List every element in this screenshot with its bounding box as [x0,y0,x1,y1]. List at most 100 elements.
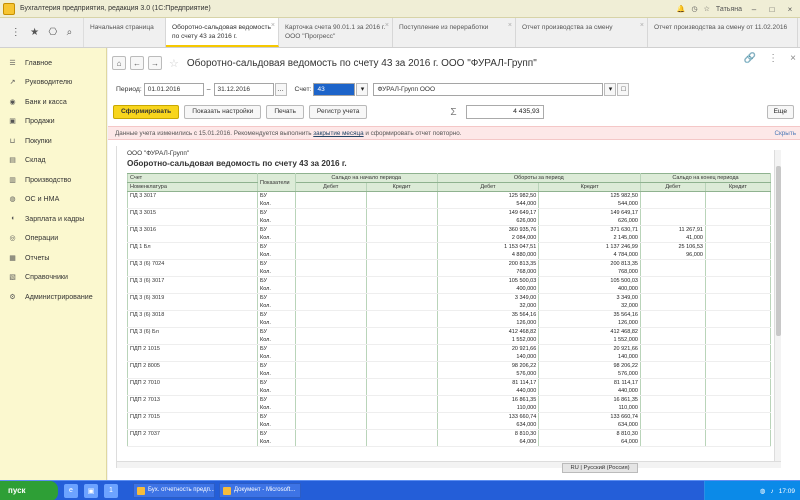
search-icon[interactable]: ⌕ [67,27,73,38]
close-tab-icon[interactable]: × [385,21,389,30]
link-icon[interactable]: 🔗 [744,53,756,64]
favorites-icon[interactable]: ☆ [704,5,710,13]
row-account-cell [127,268,258,277]
tab-card-90[interactable]: Карточка счета 90.01.1 за 2016 г. ООО "П… [279,18,393,47]
table-cell: 81 114,17 [538,378,641,387]
start-button[interactable]: пуск [0,480,58,500]
notification-icon[interactable]: 🔔 [677,5,686,13]
table-cell [294,302,367,311]
row-account-cell [127,336,258,345]
print-button[interactable]: Печать [266,105,304,119]
quick-launch-ie-icon[interactable]: e [64,483,78,498]
close-tab-icon[interactable]: × [640,21,644,30]
table-row: ПДП 2 7037 БУ 8 810,30 8 810,30 [127,429,772,438]
column-header-closing-debit: Дебет [639,182,706,192]
show-settings-button[interactable]: Показать настройки [184,105,262,119]
generate-button[interactable]: Сформировать [113,105,180,119]
table-cell [639,302,706,311]
hide-notice-link[interactable]: Скрыть [775,127,797,139]
page-title: Оборотно-сальдовая ведомость по счету 43… [186,57,537,69]
table-cell [294,225,367,234]
sidebar-item-purchases[interactable]: ⊔ Покупки [0,131,106,151]
close-tab-icon[interactable]: × [508,21,512,30]
header-controls: 🔗 ⋮ × [744,53,796,64]
sidebar-item-sales[interactable]: ▣ Продажи [0,112,106,132]
sidebar-item-bank[interactable]: ◉ Банк и касса [0,92,106,112]
tray-network-icon[interactable]: ◍ [760,487,766,495]
favorites-star-icon[interactable]: ★ [30,27,39,38]
sidebar-item-production[interactable]: ▥ Производство [0,170,106,190]
date-from-input[interactable]: 01.01.2016 [143,82,204,96]
table-cell: 98 206,22 [538,361,641,370]
table-row: ПД 3 (6) 3018 БУ 35 564,16 35 564,16 [127,310,772,319]
book-icon: ▧ [9,274,16,282]
tray-volume-icon[interactable]: ♪ [770,488,773,495]
close-month-link[interactable]: закрытие месяца [313,130,363,137]
tab-production-report-date[interactable]: Отчет производства за смену от 11.02.201… [648,18,798,47]
organization-dropdown-icon[interactable]: ▾ [604,82,617,96]
home-button[interactable]: ⌂ [112,56,126,70]
forward-button[interactable]: → [148,56,162,70]
quick-launch-1c-icon[interactable]: 1 [104,483,118,498]
table-cell: 8 810,30 [538,429,641,438]
column-header-turnover-credit: Кредит [538,182,641,192]
menu-icon[interactable]: ⋮ [768,53,778,64]
table-cell: 96,000 [639,251,706,260]
table-cell [365,242,438,251]
table-cell [294,412,367,421]
register-button[interactable]: Регистр учета [308,105,368,119]
tab-osv-43[interactable]: Оборотно-сальдовая ведомость по счету 43… [166,18,279,47]
sidebar-item-payroll[interactable]: ◖ Зарплата и кадры [0,209,106,229]
sidebar-item-references[interactable]: ▧ Справочники [0,268,106,288]
organization-open-icon[interactable]: □ [617,82,630,96]
table-cell [704,361,772,370]
organization-input[interactable]: ФУРАЛ-Групп ООО [373,82,604,96]
account-input[interactable]: 43 [313,82,356,96]
date-to-input[interactable]: 31.12.2016 [213,82,274,96]
horizontal-scrollbar[interactable] [117,461,781,468]
table-cell: 576,000 [436,370,540,379]
quick-launch-desktop-icon[interactable]: ▣ [84,483,98,498]
minimize-icon[interactable]: – [748,3,760,15]
taskbar-item-document[interactable]: Документ - Microsoft... [219,483,301,498]
sidebar-item-warehouse[interactable]: ▤ Склад [0,151,106,171]
vertical-scrollbar[interactable] [774,150,781,464]
account-label: Счет: [294,85,312,93]
sidebar-item-operations[interactable]: ◎ Операции [0,229,106,249]
table-cell: 126,000 [436,319,540,328]
cart-icon: ▣ [9,118,16,126]
period-select-button[interactable]: … [274,82,287,96]
sidebar-item-main[interactable]: ☰ Главное [0,53,106,73]
close-form-icon[interactable]: × [790,53,796,64]
add-favorite-icon[interactable]: ☆ [169,57,179,70]
table-cell [704,438,772,447]
sidebar-item-reports[interactable]: ▦ Отчеты [0,248,106,268]
table-cell: 3 349,00 [436,293,540,302]
sections-menu-icon[interactable]: ⋮ [11,27,21,38]
table-cell: 544,000 [538,200,641,209]
sidebar-item-admin[interactable]: ⚙ Администрирование [0,287,106,307]
account-dropdown-icon[interactable]: ▾ [356,82,369,96]
table-cell [639,285,706,294]
history-icon[interactable]: ◷ [692,5,698,13]
scrollbar-thumb[interactable] [776,166,781,336]
history-icon[interactable]: ⎔ [49,27,58,38]
sidebar-item-assets[interactable]: ◍ ОС и НМА [0,190,106,210]
table-cell [704,353,772,362]
back-button[interactable]: ← [130,56,144,70]
tab-home[interactable]: Начальная страница [84,18,166,47]
tab-processing[interactable]: Поступление из переработки × [393,18,516,47]
close-tab-icon[interactable]: × [271,21,275,30]
maximize-icon[interactable]: □ [766,3,778,15]
table-cell [365,438,438,447]
table-cell [294,293,367,302]
user-name[interactable]: Татьяна [716,6,742,13]
taskbar-item-accounting[interactable]: Бух. отчетность предп... [133,483,215,498]
table-cell: 64,000 [538,438,641,447]
tab-production-report[interactable]: Отчет производства за смену × [516,18,648,47]
table-cell [294,395,367,404]
close-icon[interactable]: × [784,3,796,15]
column-header-indicator: Показатели [257,173,296,192]
sidebar-item-manager[interactable]: ↗ Руководителю [0,73,106,93]
more-button[interactable]: Еще [766,105,794,119]
